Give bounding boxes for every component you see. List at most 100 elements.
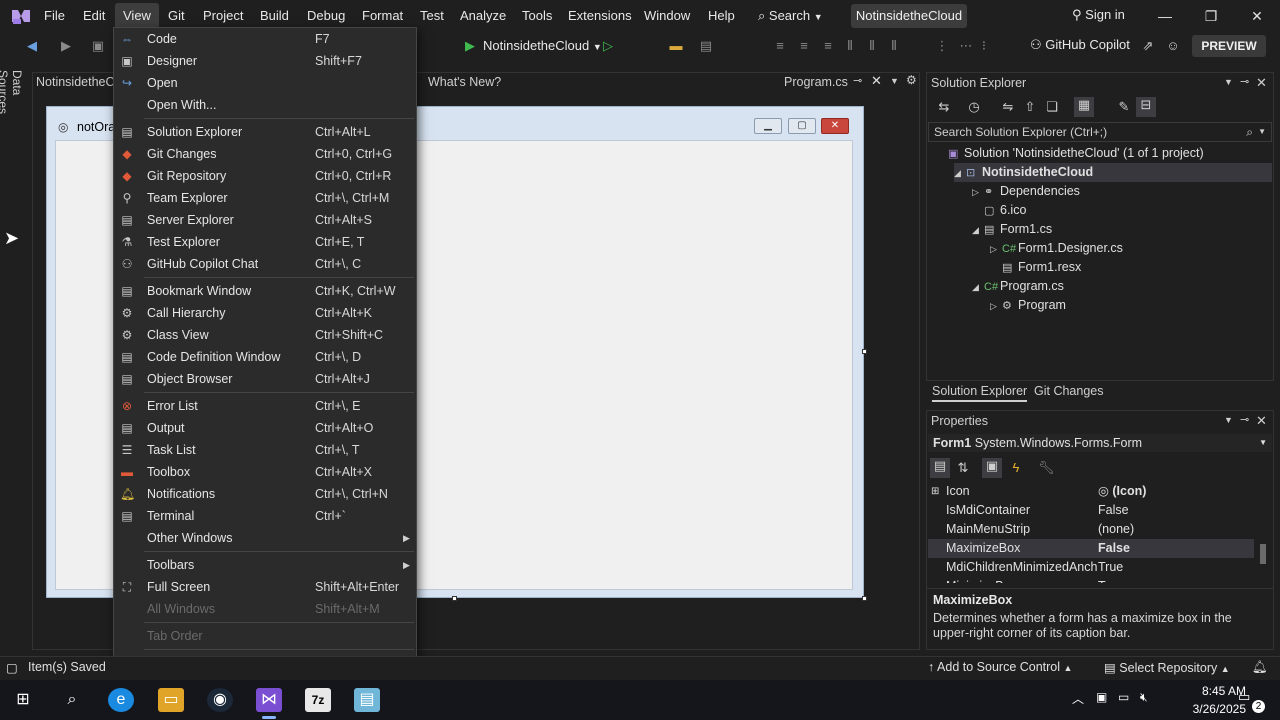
solution-name-badge[interactable]: NotinsidetheCloud [851, 4, 967, 28]
property-scrollbar[interactable] [1258, 484, 1268, 584]
close-tab-icon[interactable]: ✕ [871, 73, 882, 89]
feedback-icon[interactable]: ☺ [1165, 38, 1181, 54]
visual-studio-icon[interactable]: ⋈ [256, 688, 282, 712]
menu-tools[interactable]: Tools [520, 7, 554, 25]
pin-icon[interactable]: ⊸ [1240, 75, 1249, 88]
resize-handle-right[interactable] [862, 349, 867, 354]
property-row[interactable]: IsMdiContainer False [928, 501, 1254, 520]
view-menu-item-toolbox[interactable]: ▬ Toolbox Ctrl+Alt+X [114, 461, 416, 483]
toolbar-overflow-icon[interactable]: ⁝ [976, 38, 992, 54]
menu-test[interactable]: Test [418, 7, 446, 25]
menu-analyze[interactable]: Analyze [458, 7, 508, 25]
view-menu-item-output[interactable]: ▤ Output Ctrl+Alt+O [114, 417, 416, 439]
layout-icon[interactable]: ▤ [698, 38, 714, 54]
property-row[interactable]: ⊞ Icon ◎ (Icon) [928, 482, 1254, 501]
view-menu-item-solution-explorer[interactable]: ▤ Solution Explorer Ctrl+Alt+L [114, 121, 416, 143]
expanded-icon[interactable]: ◢ [954, 164, 966, 183]
view-menu-item-open[interactable]: ↪ Open [114, 72, 416, 94]
properties-object-selector[interactable]: Form1 System.Windows.Forms.Form ▼ [928, 434, 1272, 452]
minimize-icon[interactable]: — [1154, 6, 1176, 26]
tree-item[interactable]: ▢ 6.ico [972, 201, 1272, 220]
7zip-icon[interactable]: 7z [305, 688, 331, 712]
menu-git[interactable]: Git [166, 7, 187, 25]
view-menu-item-other-windows[interactable]: Other Windows ▶ [114, 527, 416, 549]
view-menu-item-git-repository[interactable]: ◆ Git Repository Ctrl+0, Ctrl+R [114, 165, 416, 187]
tab-whats-new[interactable]: What's New? [428, 72, 501, 92]
view-menu-item-full-screen[interactable]: ⛶ Full Screen Shift+Alt+Enter [114, 576, 416, 598]
view-menu-item-toolbars[interactable]: Toolbars ▶ [114, 554, 416, 576]
tree-item[interactable]: ◢ ⊡ NotinsidetheCloud [954, 163, 1272, 182]
close-panel-icon[interactable]: ✕ [1256, 75, 1267, 91]
menu-build[interactable]: Build [258, 7, 291, 25]
menu-project[interactable]: Project [201, 7, 245, 25]
file-explorer-icon[interactable]: ▭ [158, 688, 184, 712]
collapsed-icon[interactable]: ▷ [972, 183, 984, 202]
tab-git-changes[interactable]: Git Changes [1034, 384, 1103, 398]
expanded-icon[interactable]: ◢ [972, 221, 984, 240]
volume-muted-icon[interactable]: 🔇︎ [1140, 690, 1148, 705]
property-row[interactable]: MaximizeBox False [928, 539, 1254, 558]
new-item-icon[interactable]: ▣ [90, 38, 106, 54]
align-top-icon[interactable]: ⫴ [842, 38, 858, 54]
view-menu-item-object-browser[interactable]: ▤ Object Browser Ctrl+Alt+J [114, 368, 416, 390]
tab-solution-explorer[interactable]: Solution Explorer [932, 384, 1028, 402]
show-all-files-icon[interactable]: ❏ [1044, 99, 1060, 115]
view-menu-item-github-copilot-chat[interactable]: ⚇ GitHub Copilot Chat Ctrl+\, C [114, 253, 416, 275]
sync-active-document-icon[interactable]: ⇆ [936, 99, 952, 115]
pin-icon[interactable]: ⊸ [853, 74, 862, 87]
tree-item[interactable]: ▷ C# Form1.Designer.cs [990, 239, 1272, 258]
open-folder-icon[interactable]: ▬ [668, 38, 684, 54]
property-pages-icon[interactable]: 🔧︎ [1038, 460, 1055, 476]
view-menu-item-code[interactable]: ⇔ Code F7 [114, 28, 416, 50]
filter-icon[interactable]: ▦ [1074, 97, 1094, 117]
spacing-icon[interactable]: ⋮ [934, 38, 950, 54]
menu-view[interactable]: View [115, 3, 159, 29]
align-middle-icon[interactable]: ⫴ [864, 38, 880, 54]
properties-icon[interactable]: ▣ [982, 458, 1002, 478]
add-to-source-control-button[interactable]: ↑ Add to Source Control ▲ [928, 660, 1072, 674]
sign-in-button[interactable]: ⚲ Sign in [1072, 7, 1125, 23]
resize-handle-corner[interactable] [862, 596, 867, 601]
menu-extensions[interactable]: Extensions [566, 7, 634, 25]
select-repository-button[interactable]: ▤ Select Repository ▲ [1104, 660, 1230, 675]
share-icon[interactable]: ⇗ [1140, 38, 1156, 54]
settings-gear-icon[interactable]: ⚙ [906, 73, 917, 87]
sync-icon[interactable]: ⇋ [1000, 99, 1016, 115]
tab-program-cs[interactable]: Program.cs [784, 72, 848, 92]
property-row[interactable]: MdiChildrenMinimizedAnch True [928, 558, 1254, 577]
expanded-icon[interactable]: ◢ [972, 278, 984, 297]
menu-file[interactable]: File [42, 7, 67, 25]
tree-item[interactable]: ▤ Form1.resx [990, 258, 1272, 277]
view-menu-item-git-changes[interactable]: ◆ Git Changes Ctrl+0, Ctrl+G [114, 143, 416, 165]
tree-item[interactable]: ◢ ▤ Form1.cs [972, 220, 1272, 239]
tree-item[interactable]: ◢ C# Program.cs [972, 277, 1272, 296]
steam-icon[interactable]: ◉ [207, 688, 233, 712]
tree-item[interactable]: ▷ ⚭ Dependencies [972, 182, 1272, 201]
panel-menu-icon[interactable]: ▼ [1224, 77, 1233, 87]
view-menu-item-test-explorer[interactable]: ⚗ Test Explorer Ctrl+E, T [114, 231, 416, 253]
panel-menu-icon[interactable]: ▼ [1224, 415, 1233, 425]
data-sources-tab[interactable]: Data Sources [0, 70, 24, 140]
tree-item[interactable]: ▣ Solution 'NotinsidetheCloud' (1 of 1 pr… [936, 144, 1272, 163]
solution-search-input[interactable]: Search Solution Explorer (Ctrl+;) ⌕ ▼ [928, 122, 1272, 142]
start-debugging-icon[interactable]: ▶ [465, 38, 475, 54]
start-without-debugging-icon[interactable]: ▷ [600, 38, 616, 54]
github-copilot-button[interactable]: ⚇ GitHub Copilot [1030, 37, 1130, 53]
view-menu-item-bookmark-window[interactable]: ▤ Bookmark Window Ctrl+K, Ctrl+W [114, 280, 416, 302]
start-debugging-button[interactable]: NotinsidetheCloud ▼ [483, 38, 602, 53]
preview-badge[interactable]: PREVIEW [1192, 35, 1266, 57]
view-menu-item-class-view[interactable]: ⚙ Class View Ctrl+Shift+C [114, 324, 416, 346]
menu-window[interactable]: Window [642, 7, 692, 25]
view-menu-item-notifications[interactable]: 🔔︎ Notifications Ctrl+\, Ctrl+N [114, 483, 416, 505]
view-menu-item-task-list[interactable]: ☰ Task List Ctrl+\, T [114, 439, 416, 461]
chevron-up-icon[interactable]: ︿ [1072, 690, 1084, 707]
view-menu-item-server-explorer[interactable]: ▤ Server Explorer Ctrl+Alt+S [114, 209, 416, 231]
view-menu-item-terminal[interactable]: ▤ Terminal Ctrl+` [114, 505, 416, 527]
property-row[interactable]: MainMenuStrip (none) [928, 520, 1254, 539]
navigate-forward-icon[interactable]: ▶ [58, 38, 74, 54]
menu-help[interactable]: Help [706, 7, 737, 25]
collapse-all-icon[interactable]: ⇧ [1022, 99, 1038, 115]
align-left-icon[interactable]: ≡ [772, 38, 788, 54]
search-icon[interactable]: ⌕ [59, 688, 85, 712]
categorized-icon[interactable]: ▤ [930, 458, 950, 478]
